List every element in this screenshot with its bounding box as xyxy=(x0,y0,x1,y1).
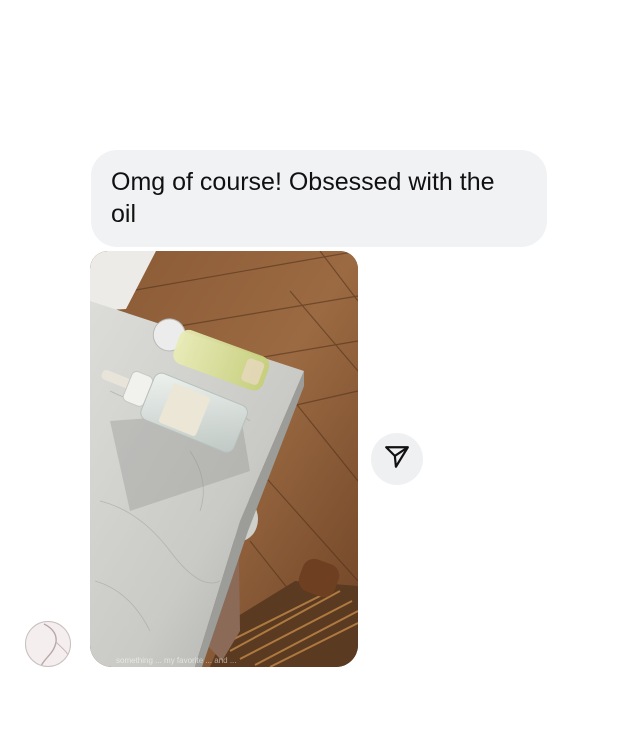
share-button[interactable] xyxy=(371,433,423,485)
avatar-image xyxy=(40,623,70,666)
shared-post-image[interactable]: something ... my favorite ... and ... xyxy=(90,251,358,667)
message-text: Omg of course! Obsessed with the oil xyxy=(111,168,495,228)
post-caption: something ... my favorite ... and ... xyxy=(116,656,237,665)
send-paper-plane-icon xyxy=(384,444,410,475)
post-photo xyxy=(90,251,358,667)
avatar[interactable] xyxy=(25,621,71,667)
message-bubble[interactable]: Omg of course! Obsessed with the oil xyxy=(91,150,547,247)
